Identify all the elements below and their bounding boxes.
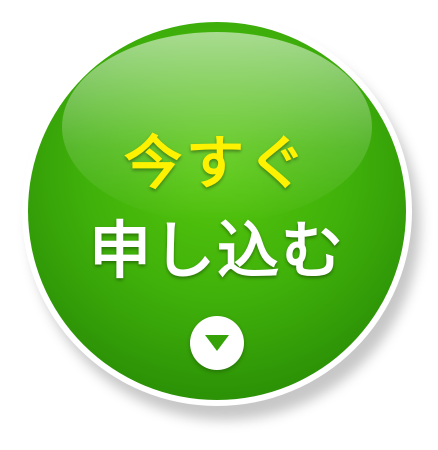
- cta-line-2: 申し込む: [88, 214, 345, 287]
- chevron-down-icon: [205, 335, 229, 351]
- cta-line-1: 今すぐ: [123, 129, 310, 197]
- arrow-badge: [190, 316, 244, 370]
- button-disc: 今すぐ 申し込む: [28, 22, 406, 400]
- cta-stage: 今すぐ 申し込む: [0, 0, 438, 450]
- apply-now-button[interactable]: 今すぐ 申し込む: [22, 16, 412, 406]
